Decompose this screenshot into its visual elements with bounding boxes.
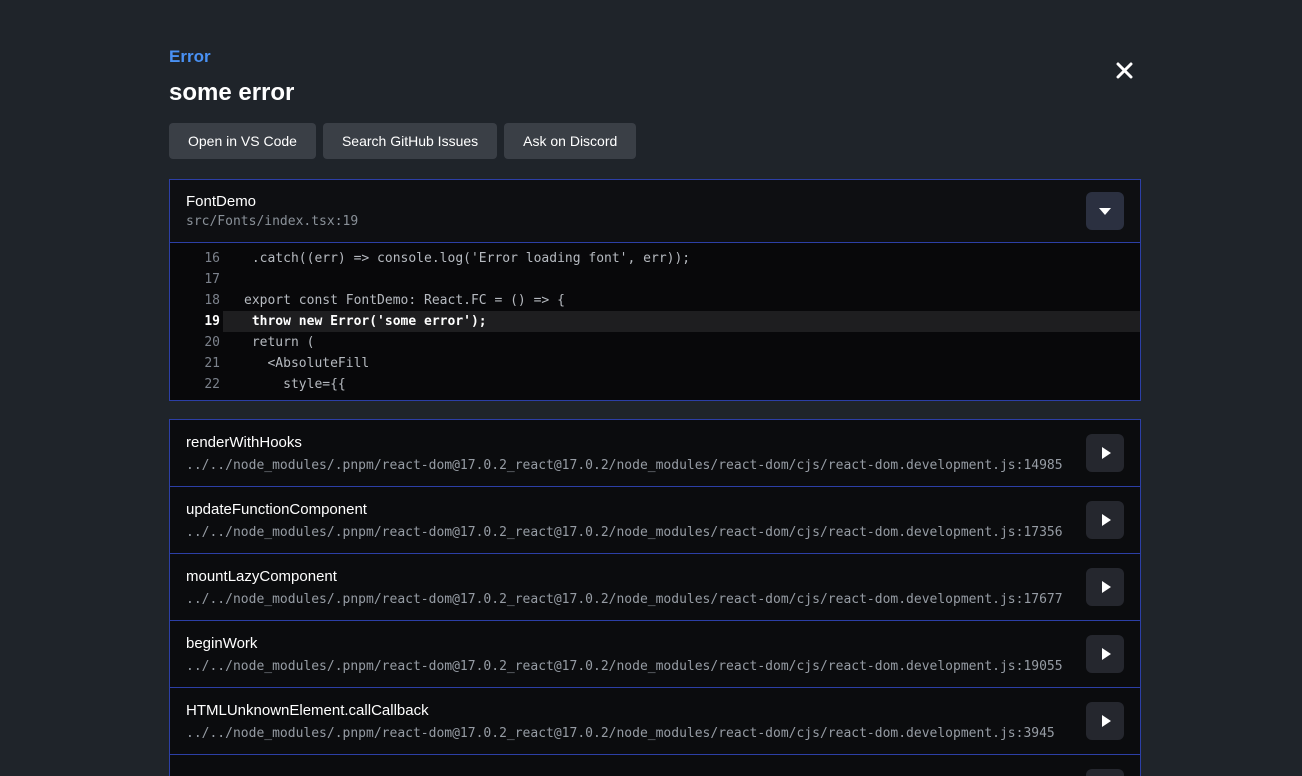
stack-frame-row: mountLazyComponent ../../node_modules/.p… xyxy=(169,553,1141,621)
expand-stack-frame-button[interactable] xyxy=(1086,434,1124,472)
line-code: export const FontDemo: React.FC = () => … xyxy=(223,290,1140,311)
line-number: 18 xyxy=(170,290,220,311)
code-line: 18 export const FontDemo: React.FC = () … xyxy=(170,290,1140,311)
play-triangle-icon xyxy=(1102,715,1111,727)
line-number: 17 xyxy=(170,269,220,290)
line-code: .catch((err) => console.log('Error loadi… xyxy=(223,248,1140,269)
remotion-error-overlay: { "colors": { "accent_blue": "#4991f4", … xyxy=(0,0,1302,776)
error-type-label: Error xyxy=(169,47,1141,66)
search-github-issues-button[interactable]: Search GitHub Issues xyxy=(323,123,497,159)
code-frame-header-text: FontDemo src/Fonts/index.tsx:19 xyxy=(186,193,358,229)
code-block: 16 .catch((err) => console.log('Error lo… xyxy=(170,243,1140,400)
expand-stack-frame-button[interactable] xyxy=(1086,501,1124,539)
line-number: 19 xyxy=(170,311,220,332)
stack-frame-row: updateFunctionComponent ../../node_modul… xyxy=(169,486,1141,554)
stack-frame-text: beginWork ../../node_modules/.pnpm/react… xyxy=(186,635,1063,674)
stack-frame-row: renderWithHooks ../../node_modules/.pnpm… xyxy=(169,419,1141,487)
close-button[interactable] xyxy=(1114,60,1135,84)
error-overlay-content: Error some error Open in VS Code Search … xyxy=(169,0,1141,776)
stack-frame-source: ../../node_modules/.pnpm/react-dom@17.0.… xyxy=(186,525,1063,540)
expand-stack-frame-button[interactable] xyxy=(1086,635,1124,673)
play-triangle-icon xyxy=(1102,514,1111,526)
line-number: 16 xyxy=(170,248,220,269)
stack-frame-function: HTMLUnknownElement.callCallback xyxy=(186,702,1055,720)
play-triangle-icon xyxy=(1102,648,1111,660)
code-frame-title: FontDemo xyxy=(186,193,358,210)
expand-stack-frame-button[interactable] xyxy=(1086,568,1124,606)
caret-down-icon xyxy=(1099,208,1111,215)
close-icon xyxy=(1116,62,1133,82)
stack-frame-text: mountLazyComponent ../../node_modules/.p… xyxy=(186,568,1063,607)
stack-frame-source: ../../node_modules/.pnpm/react-dom@17.0.… xyxy=(186,726,1055,741)
play-triangle-icon xyxy=(1102,581,1111,593)
line-code xyxy=(223,269,1140,290)
stack-frame-function: mountLazyComponent xyxy=(186,568,1063,586)
code-frame-header: FontDemo src/Fonts/index.tsx:19 xyxy=(170,180,1140,243)
play-triangle-icon xyxy=(1102,447,1111,459)
expand-stack-frame-button[interactable] xyxy=(1086,702,1124,740)
stack-frame-row: HTMLUnknownElement.callCallback ../../no… xyxy=(169,687,1141,755)
collapse-code-frame-button[interactable] xyxy=(1086,192,1124,230)
stack-frame-source: ../../node_modules/.pnpm/react-dom@17.0.… xyxy=(186,659,1063,674)
stack-frame-text: renderWithHooks ../../node_modules/.pnpm… xyxy=(186,434,1063,473)
code-frame: FontDemo src/Fonts/index.tsx:19 16 .catc… xyxy=(169,179,1141,401)
ask-on-discord-button[interactable]: Ask on Discord xyxy=(504,123,636,159)
action-buttons: Open in VS Code Search GitHub Issues Ask… xyxy=(169,123,1141,159)
stack-frame-text: HTMLUnknownElement.callCallback ../../no… xyxy=(186,702,1055,741)
stack-frame-source: ../../node_modules/.pnpm/react-dom@17.0.… xyxy=(186,458,1063,473)
expand-stack-frame-button[interactable] xyxy=(1086,769,1124,776)
stack-frame-function: renderWithHooks xyxy=(186,434,1063,452)
code-line: 17 xyxy=(170,269,1140,290)
stack-frame-function: beginWork xyxy=(186,635,1063,653)
code-line: 21 <AbsoluteFill xyxy=(170,353,1140,374)
code-frame-path: src/Fonts/index.tsx:19 xyxy=(186,214,358,229)
line-number: 22 xyxy=(170,374,220,395)
code-line-highlighted: 19 throw new Error('some error'); xyxy=(170,311,1140,332)
error-message: some error xyxy=(169,79,1141,107)
line-number: 21 xyxy=(170,353,220,374)
code-line: 16 .catch((err) => console.log('Error lo… xyxy=(170,248,1140,269)
stack-frame-text: updateFunctionComponent ../../node_modul… xyxy=(186,501,1063,540)
stack-frame-list: renderWithHooks ../../node_modules/.pnpm… xyxy=(169,419,1141,776)
code-line: 20 return ( xyxy=(170,332,1140,353)
line-code: return ( xyxy=(223,332,1140,353)
open-in-vscode-button[interactable]: Open in VS Code xyxy=(169,123,316,159)
stack-frame-function: updateFunctionComponent xyxy=(186,501,1063,519)
stack-frame-row-partial xyxy=(169,754,1141,776)
line-code: <AbsoluteFill xyxy=(223,353,1140,374)
stack-frame-row: beginWork ../../node_modules/.pnpm/react… xyxy=(169,620,1141,688)
line-code: style={{ xyxy=(223,374,1140,395)
code-line: 22 style={{ xyxy=(170,374,1140,395)
line-number: 20 xyxy=(170,332,220,353)
line-code: throw new Error('some error'); xyxy=(223,311,1140,332)
stack-frame-source: ../../node_modules/.pnpm/react-dom@17.0.… xyxy=(186,592,1063,607)
